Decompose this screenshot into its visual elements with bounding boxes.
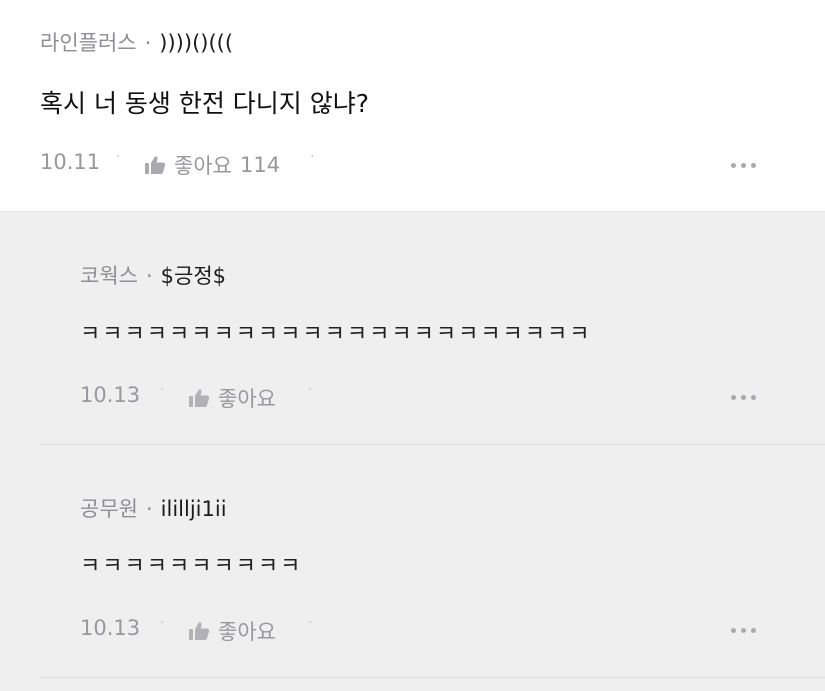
- more-horizontal-icon: [731, 394, 736, 400]
- reply-company[interactable]: 코웍스: [80, 264, 138, 288]
- reply-footer: 10.13 · 좋아요 ·: [80, 382, 780, 413]
- reply-footer: 10.13 · 좋아요 ·: [80, 615, 780, 646]
- post-author-line: 라인플러스 · ))))()(((: [40, 27, 233, 57]
- reply-like-button[interactable]: 좋아요: [188, 383, 276, 413]
- reply-divider: [40, 444, 825, 445]
- footer-dot: ·: [308, 382, 313, 398]
- reply-nickname[interactable]: $긍정$: [161, 264, 226, 288]
- thumbs-up-icon: [145, 156, 166, 174]
- post-more-button[interactable]: [731, 160, 756, 170]
- more-horizontal-icon: [731, 627, 736, 633]
- reply-author-line: 코웍스 · $긍정$: [80, 260, 226, 290]
- post-date: 10.11: [40, 150, 101, 174]
- comment-thread: 라인플러스 · ))))()((( 혹시 너 동생 한전 다니지 않냐? 10.11…: [0, 0, 825, 691]
- reply-more-button[interactable]: [731, 625, 756, 635]
- footer-dot: ·: [308, 615, 313, 631]
- reply-divider: [40, 677, 825, 678]
- reply-text: ㅋㅋㅋㅋㅋㅋㅋㅋㅋㅋ: [80, 554, 303, 579]
- reply-nickname[interactable]: ilillji1ii: [161, 497, 227, 521]
- post-footer: 10.11 · 좋아요 114 ·: [40, 149, 780, 180]
- footer-dot: ·: [160, 615, 165, 631]
- reply-more-button[interactable]: [731, 392, 756, 402]
- post-like-count: 114: [239, 153, 281, 177]
- post-like-label: 좋아요: [174, 154, 232, 178]
- post-like-button[interactable]: 좋아요 114: [144, 150, 280, 180]
- thumbs-up-icon: [189, 622, 210, 640]
- post: 라인플러스 · ))))()((( 혹시 너 동생 한전 다니지 않냐? 10.11…: [0, 0, 825, 211]
- post-nickname[interactable]: ))))()(((: [159, 31, 233, 55]
- reply-like-label: 좋아요: [218, 620, 276, 644]
- reply-like-button[interactable]: 좋아요: [188, 616, 276, 646]
- reply-author-line: 공무원 · ilillji1ii: [80, 493, 227, 523]
- footer-dot: ·: [160, 382, 165, 398]
- footer-dot: ·: [116, 149, 121, 165]
- post-separator: ·: [144, 31, 152, 55]
- more-horizontal-icon: [731, 162, 736, 168]
- reply-date: 10.13: [80, 383, 141, 407]
- reply-like-label: 좋아요: [218, 387, 276, 411]
- thumbs-up-icon: [189, 389, 210, 407]
- reply-date: 10.13: [80, 616, 141, 640]
- post-company[interactable]: 라인플러스: [40, 31, 137, 55]
- reply-separator: ·: [145, 264, 153, 288]
- footer-dot: ·: [310, 149, 315, 165]
- post-text: 혹시 너 동생 한전 다니지 않냐?: [40, 89, 370, 118]
- reply-company[interactable]: 공무원: [80, 497, 138, 521]
- reply-text: ㅋㅋㅋㅋㅋㅋㅋㅋㅋㅋㅋㅋㅋㅋㅋㅋㅋㅋㅋㅋㅋㅋㅋ: [80, 322, 592, 347]
- reply-separator: ·: [145, 497, 153, 521]
